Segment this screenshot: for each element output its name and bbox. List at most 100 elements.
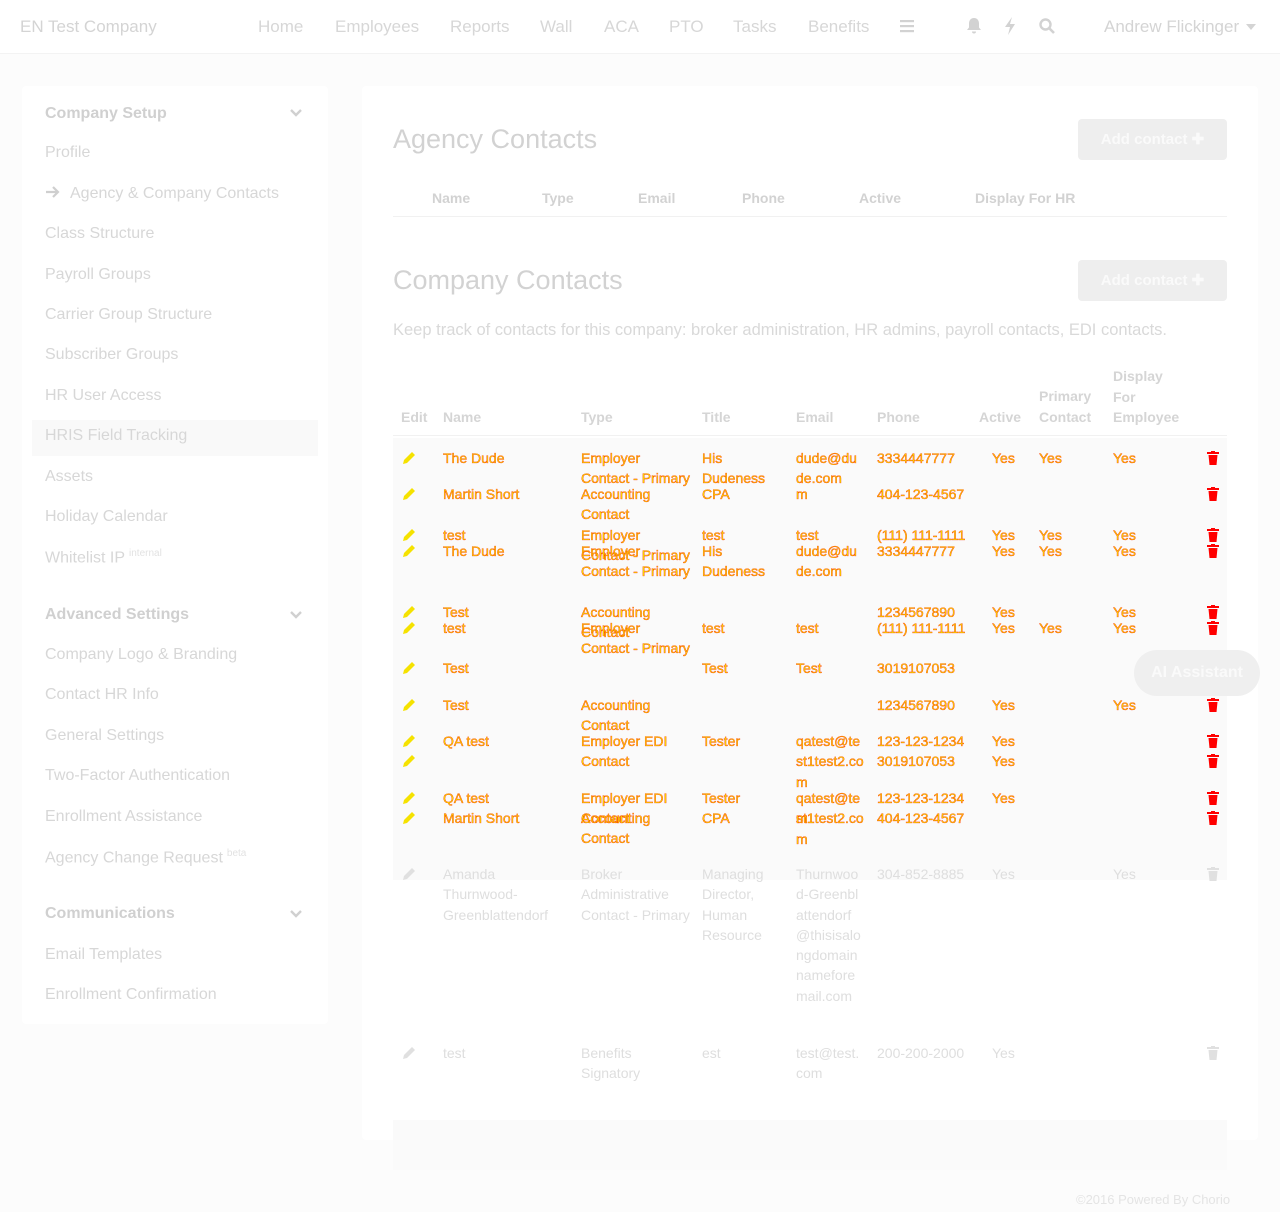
agency-col-name[interactable]: Name bbox=[432, 190, 470, 206]
pencil-icon[interactable] bbox=[402, 661, 416, 675]
cell-name: The Dude bbox=[443, 543, 505, 559]
trash-icon[interactable] bbox=[1207, 487, 1219, 501]
divider bbox=[393, 435, 1227, 436]
pencil-icon[interactable] bbox=[402, 867, 416, 881]
cell-display: Yes bbox=[1113, 697, 1136, 713]
agency-col-display-for-hr[interactable]: Display For HR bbox=[975, 190, 1075, 206]
col-email[interactable]: Email bbox=[796, 407, 833, 428]
cell-email: m bbox=[796, 486, 808, 502]
pencil-icon[interactable] bbox=[402, 451, 416, 465]
pencil-icon[interactable] bbox=[402, 1046, 416, 1060]
sidebar-item-enrollment-assistance[interactable]: Enrollment Assistance bbox=[45, 808, 202, 826]
sidebar-item-company-logo-branding[interactable]: Company Logo & Branding bbox=[45, 646, 237, 664]
sidebar: Company Setup Profile Agency & Company C… bbox=[22, 86, 328, 1024]
sidebar-item-assets[interactable]: Assets bbox=[45, 468, 93, 486]
sidebar-item-profile[interactable]: Profile bbox=[45, 144, 90, 162]
trash-icon[interactable] bbox=[1207, 867, 1219, 881]
cell-phone: 404-123-4567 bbox=[877, 810, 965, 826]
pencil-icon[interactable] bbox=[402, 811, 416, 825]
add-agency-contact-button[interactable]: Add contact ✚ bbox=[1078, 119, 1227, 160]
pencil-icon[interactable] bbox=[402, 605, 416, 619]
trash-icon[interactable] bbox=[1207, 734, 1219, 748]
nav-wall[interactable]: Wall bbox=[540, 17, 572, 37]
trash-icon[interactable] bbox=[1207, 605, 1219, 619]
sidebar-item-contact-hr-info[interactable]: Contact HR Info bbox=[45, 686, 159, 704]
nav-tasks[interactable]: Tasks bbox=[733, 17, 776, 37]
search-icon[interactable] bbox=[1038, 16, 1056, 36]
agency-col-type[interactable]: Type bbox=[542, 190, 574, 206]
user-menu[interactable]: Andrew Flickinger bbox=[1104, 17, 1239, 37]
agency-col-active[interactable]: Active bbox=[859, 190, 901, 206]
col-type[interactable]: Type bbox=[581, 407, 613, 428]
sidebar-item-payroll-groups[interactable]: Payroll Groups bbox=[45, 266, 151, 284]
pencil-icon[interactable] bbox=[402, 621, 416, 635]
trash-icon[interactable] bbox=[1207, 811, 1219, 825]
pencil-icon[interactable] bbox=[402, 791, 416, 805]
sidebar-item-two-factor-authentication[interactable]: Two-Factor Authentication bbox=[45, 767, 230, 785]
trash-icon[interactable] bbox=[1207, 544, 1219, 558]
chevron-down-icon[interactable] bbox=[290, 611, 302, 619]
nav-employees[interactable]: Employees bbox=[335, 17, 419, 37]
pencil-icon[interactable] bbox=[402, 698, 416, 712]
nav-home[interactable]: Home bbox=[258, 17, 303, 37]
col-title[interactable]: Title bbox=[702, 407, 731, 428]
sidebar-section-company-setup[interactable]: Company Setup bbox=[45, 105, 167, 123]
trash-icon[interactable] bbox=[1207, 791, 1219, 805]
sidebar-item-label: Agency Change Request bbox=[45, 849, 223, 867]
col-primary-contact[interactable]: Primary Contact bbox=[1039, 386, 1091, 427]
pencil-icon[interactable] bbox=[402, 487, 416, 501]
sidebar-item-class-structure[interactable]: Class Structure bbox=[45, 225, 154, 243]
beta-badge: beta bbox=[226, 848, 247, 859]
sidebar-item-agency-company-contacts[interactable]: Agency & Company Contacts bbox=[45, 185, 279, 203]
cell-active: Yes bbox=[992, 790, 1015, 806]
main-panel: Agency Contacts Add contact ✚ Name Type … bbox=[362, 86, 1258, 1170]
nav-pto[interactable]: PTO bbox=[669, 17, 704, 37]
ai-assistant-button[interactable]: AI Assistant bbox=[1134, 650, 1260, 696]
sidebar-item-holiday-calendar[interactable]: Holiday Calendar bbox=[45, 508, 168, 526]
sidebar-item-agency-change-request[interactable]: Agency Change Request beta bbox=[45, 848, 246, 867]
pencil-icon[interactable] bbox=[402, 544, 416, 558]
nav-benefits[interactable]: Benefits bbox=[808, 17, 869, 37]
company-name[interactable]: EN Test Company bbox=[20, 17, 157, 37]
pencil-icon[interactable] bbox=[402, 734, 416, 748]
sidebar-item-email-templates[interactable]: Email Templates bbox=[45, 946, 162, 964]
bolt-icon[interactable] bbox=[1001, 16, 1019, 36]
trash-icon[interactable] bbox=[1207, 621, 1219, 635]
trash-icon[interactable] bbox=[1207, 1046, 1219, 1060]
pencil-icon[interactable] bbox=[402, 754, 416, 768]
col-active[interactable]: Active bbox=[979, 407, 1021, 428]
sidebar-item-hr-user-access[interactable]: HR User Access bbox=[45, 387, 161, 405]
bell-icon[interactable] bbox=[965, 16, 983, 36]
nav-aca[interactable]: ACA bbox=[604, 17, 639, 37]
trash-icon[interactable] bbox=[1207, 451, 1219, 465]
sidebar-item-enrollment-confirmation[interactable]: Enrollment Confirmation bbox=[45, 986, 217, 1004]
chevron-down-icon[interactable] bbox=[290, 910, 302, 918]
col-edit[interactable]: Edit bbox=[401, 407, 427, 428]
trash-icon[interactable] bbox=[1207, 754, 1219, 768]
cell-primary: Yes bbox=[1039, 543, 1062, 559]
sidebar-item-subscriber-groups[interactable]: Subscriber Groups bbox=[45, 346, 178, 364]
col-phone[interactable]: Phone bbox=[877, 407, 920, 428]
col-display-for-employee[interactable]: Display For Employee bbox=[1113, 366, 1179, 428]
sidebar-item-general-settings[interactable]: General Settings bbox=[45, 727, 164, 745]
sidebar-item-whitelist-ip[interactable]: Whitelist IP internal bbox=[45, 548, 162, 567]
add-company-contact-button[interactable]: Add contact ✚ bbox=[1078, 260, 1227, 301]
cell-email: test@test.com bbox=[796, 1045, 860, 1082]
cell-title: Managing Director, Human Resource bbox=[702, 866, 764, 943]
trash-icon[interactable] bbox=[1207, 698, 1219, 712]
sidebar-section-communications[interactable]: Communications bbox=[45, 905, 175, 923]
table-row-band bbox=[393, 1120, 1227, 1170]
chevron-down-icon[interactable] bbox=[1246, 24, 1256, 30]
cell-active: Yes bbox=[992, 753, 1015, 769]
pencil-icon[interactable] bbox=[402, 528, 416, 542]
agency-col-email[interactable]: Email bbox=[638, 190, 675, 206]
agency-col-phone[interactable]: Phone bbox=[742, 190, 785, 206]
nav-reports[interactable]: Reports bbox=[450, 17, 510, 37]
chevron-down-icon[interactable] bbox=[290, 109, 302, 117]
col-name[interactable]: Name bbox=[443, 407, 481, 428]
sidebar-item-carrier-group-structure[interactable]: Carrier Group Structure bbox=[45, 306, 212, 324]
menu-icon[interactable] bbox=[898, 16, 916, 36]
trash-icon[interactable] bbox=[1207, 528, 1219, 542]
sidebar-item-hris-field-tracking[interactable]: HRIS Field Tracking bbox=[45, 427, 187, 445]
sidebar-section-advanced-settings[interactable]: Advanced Settings bbox=[45, 606, 189, 624]
